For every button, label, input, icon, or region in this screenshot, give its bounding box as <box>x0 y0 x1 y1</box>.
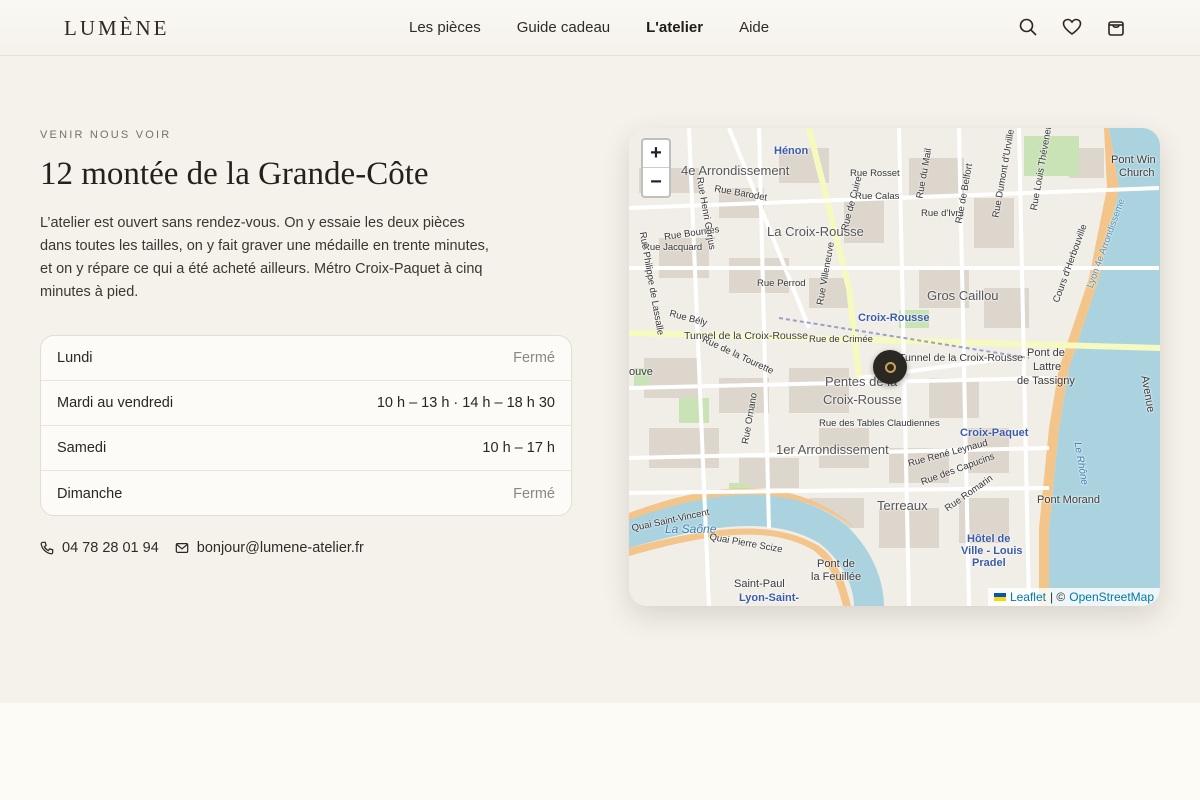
map-label: Rue des Tables Claudiennes <box>819 418 940 429</box>
attribution-separator: | © <box>1049 590 1066 604</box>
contact-info: 04 78 28 01 94 bonjour@lumene-atelier.fr <box>40 540 364 556</box>
hours-time: Fermé <box>513 350 555 366</box>
map-label: Croix-Rousse <box>823 392 902 407</box>
hours-row: Mardi au vendredi 10 h – 13 h · 14 h – 1… <box>41 381 571 426</box>
map-label: Rue Calas <box>855 191 900 202</box>
mail-icon <box>175 543 189 553</box>
zoom-in-button[interactable]: + <box>643 140 669 168</box>
site-header: LUMÈNE Les pièces Guide cadeau L'atelier… <box>0 0 1200 56</box>
hours-time: 10 h – 17 h <box>482 440 555 456</box>
atelier-description: L’atelier est ouvert sans rendez-vous. O… <box>40 215 489 300</box>
hours-time: 10 h – 13 h · 14 h – 18 h 30 <box>376 395 555 411</box>
hours-row: Samedi 10 h – 17 h <box>41 426 571 471</box>
section-eyebrow: VENIR NOUS VOIR <box>40 129 172 141</box>
hours-day: Dimanche <box>57 485 123 502</box>
map-label: ouve <box>629 366 653 378</box>
map-label: Croix-Rousse <box>858 312 930 324</box>
header-actions <box>1018 17 1126 37</box>
heart-icon[interactable] <box>1062 17 1082 37</box>
phone-number: 04 78 28 01 94 <box>62 540 159 556</box>
map-label: de Tassigny <box>1017 375 1075 387</box>
hours-time: Fermé <box>513 485 555 502</box>
map-label: Hénon <box>774 145 809 157</box>
hours-day: Lundi <box>57 350 93 366</box>
phone-icon <box>40 541 54 555</box>
nav-item-aide[interactable]: Aide <box>739 19 769 36</box>
map-label: 1er Arrondissement <box>776 442 889 457</box>
ukraine-flag-icon <box>993 593 1006 601</box>
map-label: 4e Arrondissement <box>681 163 790 178</box>
map-label: Ville - Louis <box>961 545 1023 557</box>
hours-day: Samedi <box>57 440 107 456</box>
osm-link[interactable]: OpenStreetMap <box>1069 590 1154 604</box>
map-label: Terreaux <box>877 498 928 513</box>
map-label: Rue Perrod <box>757 278 806 289</box>
main-nav: Les pièces Guide cadeau L'atelier Aide <box>409 19 769 36</box>
map-label: Croix-Paquet <box>960 427 1029 439</box>
shopping-bag-icon[interactable] <box>1106 17 1126 37</box>
map-label: Pont de <box>1027 347 1065 359</box>
nav-item-pieces[interactable]: Les pièces <box>409 19 481 36</box>
location-map[interactable]: Hénon 4e Arrondissement La Croix-Rousse … <box>629 128 1160 606</box>
zoom-out-button[interactable]: − <box>643 168 669 196</box>
map-label: Gros Caillou <box>927 288 999 303</box>
phone-link[interactable]: 04 78 28 01 94 <box>40 540 159 556</box>
nav-item-atelier[interactable]: L'atelier <box>646 19 703 36</box>
hours-row: Dimanche Fermé <box>41 471 571 515</box>
map-label: Lyon-Saint- <box>739 592 800 604</box>
map-zoom-control: + − <box>641 138 671 198</box>
email-address: bonjour@lumene-atelier.fr <box>196 540 364 556</box>
map-label: Pradel <box>972 557 1006 569</box>
map-label: Hôtel de <box>967 533 1011 545</box>
leaflet-link[interactable]: Leaflet <box>1010 590 1046 604</box>
map-attribution: Leaflet | © OpenStreetMap <box>987 588 1160 606</box>
email-link[interactable]: bonjour@lumene-atelier.fr <box>175 540 364 556</box>
map-label: Tunnel de la Croix-Rousse <box>899 352 1023 364</box>
map-label: Pont Win <box>1111 154 1156 166</box>
map-label: la Feuillée <box>811 571 862 583</box>
nav-item-guide-cadeau[interactable]: Guide cadeau <box>517 19 610 36</box>
map-label: Pont Morand <box>1037 494 1100 506</box>
location-pin-icon[interactable] <box>873 350 907 384</box>
page-title: 12 montée de la Grande-Côte <box>40 156 429 192</box>
map-label: Church <box>1119 167 1155 179</box>
hours-row: Lundi Fermé <box>41 336 571 381</box>
map-label: Pont de <box>817 558 855 570</box>
map-label: Saint-Paul <box>734 578 785 590</box>
map-label: Rue Jacquard <box>643 242 703 253</box>
brand-logo[interactable]: LUMÈNE <box>64 16 170 41</box>
opening-hours-table: Lundi Fermé Mardi au vendredi 10 h – 13 … <box>40 335 572 516</box>
hours-day: Mardi au vendredi <box>57 395 174 411</box>
map-label: Lattre <box>1033 361 1062 373</box>
map-label: Rue de Crimée <box>809 334 873 345</box>
search-icon[interactable] <box>1018 17 1038 37</box>
